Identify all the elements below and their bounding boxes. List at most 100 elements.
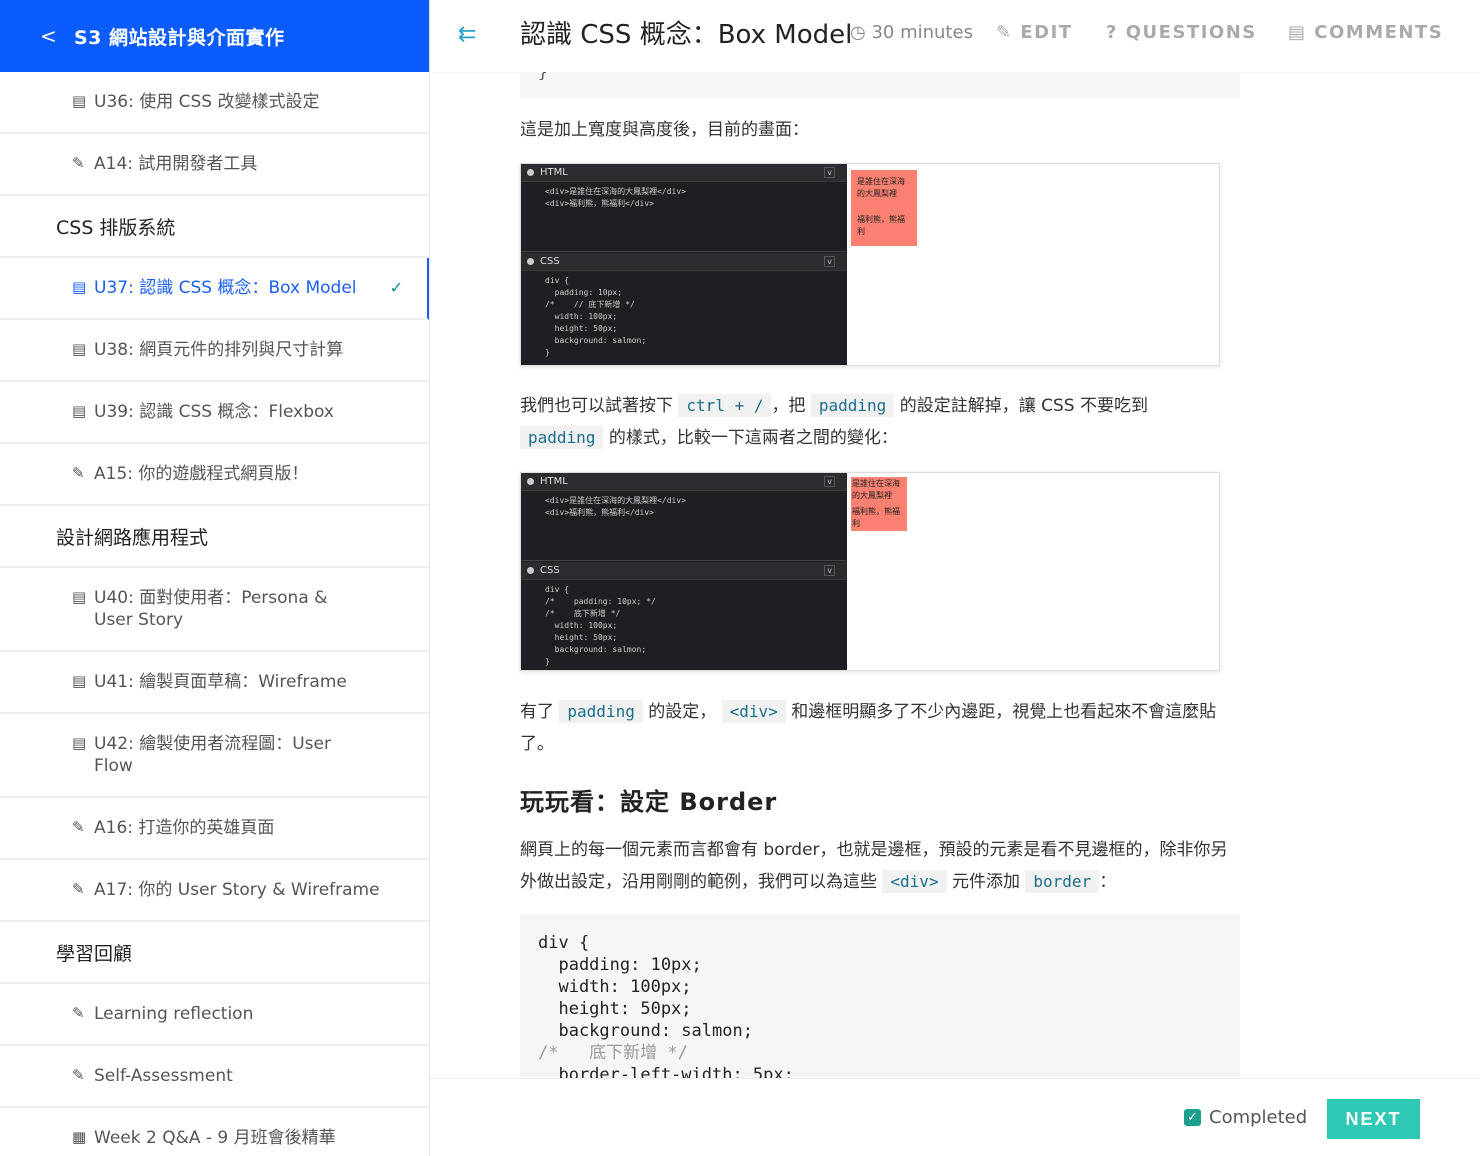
paragraph-4: 網頁上的每一個元素而言都會有 border，也就是邊框，預設的元素是看不見邊框的…	[520, 834, 1240, 898]
label-line-1: U38: 網頁元件的排列與尺寸計算	[94, 340, 344, 360]
document-icon: ▤	[72, 278, 87, 296]
sidebar-item[interactable]: ▤ U38: 網頁元件的排列與尺寸計算	[0, 320, 429, 382]
check-icon: ✓	[389, 278, 403, 297]
html-pane-header: HTML v	[521, 473, 847, 491]
checkbox-checked-icon[interactable]: ✓	[1184, 1109, 1201, 1126]
sidebar-section-heading: 設計網路應用程式	[0, 506, 429, 568]
label-line-1: Week 2 Q&A - 9 月班會後精華	[94, 1128, 336, 1148]
sidebar-header[interactable]: < S3 網站設計與介面實作	[0, 0, 429, 72]
sidebar-item-label: A14: 試用開發者工具	[94, 153, 257, 175]
questions-label: QUESTIONS	[1125, 22, 1257, 43]
box-text-2: 的大鳳梨裡	[857, 189, 897, 198]
sidebar-item-label: Self-Assessment	[94, 1065, 233, 1087]
bottom-bar: ✓ Completed NEXT	[430, 1078, 1480, 1156]
code-block-tail: }	[520, 72, 1240, 98]
code-line: div {	[538, 933, 590, 953]
sidebar-item[interactable]: ✎ A16: 打造你的英雄頁面	[0, 798, 429, 860]
collapse-sidebar-icon[interactable]: ⇇	[458, 22, 476, 47]
pencil-icon: ✎	[72, 1066, 85, 1084]
chevron-down-icon: v	[824, 256, 835, 267]
sidebar-item[interactable]: ✎ A15: 你的遊戲程式網頁版！	[0, 444, 429, 506]
code-line: padding: 10px;	[538, 955, 702, 975]
html-label: HTML	[540, 167, 568, 178]
html-line-1: <div>是誰住在深海的大鳳梨裡</div>	[545, 496, 686, 505]
sidebar-item[interactable]: ✎ A14: 試用開發者工具	[0, 134, 429, 196]
html-pane: HTML v <div>是誰住在深海的大鳳梨裡</div> <div>福利熊，熊福…	[521, 164, 847, 252]
completed-checkbox[interactable]: ✓ Completed	[1184, 1107, 1307, 1128]
sidebar-item[interactable]: ▤ U36: 使用 CSS 改變樣式設定	[0, 72, 429, 134]
edit-label: EDIT	[1020, 22, 1073, 43]
html-line-2: <div>福利熊，熊福利</div>	[545, 199, 654, 208]
box-text-2: 的大鳳梨裡	[852, 491, 892, 500]
salmon-box-padded: 是誰住在深海 的大鳳梨裡 福利熊，熊福 利	[851, 170, 917, 246]
label-line-1: U40: 面對使用者：Persona &	[94, 588, 328, 608]
editor-panels: HTML v <div>是誰住在深海的大鳳梨裡</div> <div>福利熊，熊福…	[521, 164, 847, 365]
chevron-down-icon: v	[824, 565, 835, 576]
paragraph-2: 我們也可以試著按下 ctrl + / ，把 padding 的設定註解掉，讓 CS…	[520, 390, 1240, 454]
pencil-icon: ✎	[72, 1004, 85, 1022]
code-div: <div>	[882, 870, 947, 893]
p2-text-a: 我們也可以試著按下	[520, 396, 673, 416]
document-icon: ▤	[72, 92, 87, 110]
sidebar-item[interactable]: ✎ Self-Assessment	[0, 1046, 429, 1108]
code-padding: padding	[520, 426, 604, 449]
sidebar-item-label: A15: 你的遊戲程式網頁版！	[94, 463, 308, 485]
questions-button[interactable]: ? QUESTIONS	[1106, 22, 1257, 43]
p4-text-c: ：	[1099, 872, 1117, 892]
css-code-line: width: 100px;	[545, 312, 618, 321]
p2-text-b: ，把	[771, 396, 806, 416]
sidebar-item-label: A17: 你的 User Story & Wireframe	[94, 879, 380, 901]
css-code-line: height: 50px;	[545, 324, 618, 333]
gear-icon	[527, 258, 534, 265]
css-code-line: padding: 10px;	[545, 288, 623, 297]
css-label: CSS	[540, 565, 560, 576]
html-line-1: <div>是誰住在深海的大鳳梨裡</div>	[545, 187, 686, 196]
label-line-1: Learning reflection	[94, 1004, 254, 1024]
chevron-down-icon: v	[824, 476, 835, 487]
edit-button[interactable]: ✎ EDIT	[996, 22, 1073, 43]
html-line-2: <div>福利熊，熊福利</div>	[545, 508, 654, 517]
code-padding: padding	[559, 700, 643, 723]
section-label: CSS 排版系統	[56, 216, 176, 239]
salmon-box-unpadded: 是誰住在深海 的大鳳梨裡 福利熊，熊福 利	[851, 477, 907, 531]
sidebar-item-label: Week 2 Q&A - 9 月班會後精華	[94, 1127, 336, 1149]
sidebar-item[interactable]: ▤ U40: 面對使用者：Persona & User Story	[0, 568, 429, 652]
paragraph-1: 這是加上寬度與高度後，目前的畫面：	[520, 120, 809, 140]
sidebar-item[interactable]: ✎ Learning reflection	[0, 984, 429, 1046]
sidebar-item[interactable]: ▦ Week 2 Q&A - 9 月班會後精華	[0, 1108, 429, 1156]
p2-text-d: 的樣式，比較一下這兩者之間的變化：	[608, 428, 898, 448]
box-text-1: 是誰住在深海	[857, 177, 905, 186]
gear-icon	[527, 567, 534, 574]
p3-text-a: 有了	[520, 702, 554, 722]
label-line-1: A15: 你的遊戲程式網頁版！	[94, 464, 309, 484]
label-line-1: Self-Assessment	[94, 1066, 233, 1086]
code-border: border	[1025, 870, 1100, 893]
completed-label: Completed	[1209, 1107, 1308, 1128]
course-title: S3 網站設計與介面實作	[74, 26, 285, 49]
sidebar-item[interactable]: ▤ U39: 認識 CSS 概念：Flexbox	[0, 382, 429, 444]
box-text-3: 福利熊，熊福	[857, 215, 905, 224]
document-icon: ▤	[72, 672, 87, 690]
sidebar-item[interactable]: ▤ U42: 繪製使用者流程圖：User Flow	[0, 714, 429, 798]
page-title: 認識 CSS 概念：Box Model	[520, 20, 853, 50]
css-code-line: background: salmon;	[545, 645, 647, 654]
html-pane: HTML v <div>是誰住在深海的大鳳梨裡</div> <div>福利熊，熊福…	[521, 473, 847, 561]
label-line-1: A14: 試用開發者工具	[94, 154, 258, 174]
chevron-left-icon[interactable]: <	[40, 24, 74, 48]
sidebar-item[interactable]: ▤ U37: 認識 CSS 概念：Box Model ✓	[0, 258, 429, 320]
css-code-line: height: 50px;	[545, 633, 618, 642]
code-line: width: 100px;	[538, 977, 692, 997]
css-code-line: }	[545, 657, 550, 666]
sidebar-item[interactable]: ▤ U41: 繪製頁面草稿：Wireframe	[0, 652, 429, 714]
chevron-down-icon: v	[824, 167, 835, 178]
pencil-icon: ✎	[72, 880, 85, 898]
code-block: div { padding: 10px; width: 100px; heigh…	[520, 914, 1240, 1078]
pencil-icon: ✎	[72, 464, 85, 482]
label-line-1: A16: 打造你的英雄頁面	[94, 818, 275, 838]
sidebar-item-label: U36: 使用 CSS 改變樣式設定	[94, 91, 319, 113]
lesson-content[interactable]: } 這是加上寬度與高度後，目前的畫面： HTMLv <div>是誰住在深海的大鳳…	[430, 72, 1480, 1078]
next-button[interactable]: NEXT	[1327, 1099, 1420, 1139]
comments-button[interactable]: ▤ COMMENTS	[1288, 22, 1443, 43]
label-line-1: A17: 你的 User Story & Wireframe	[94, 880, 380, 900]
sidebar-item[interactable]: ✎ A17: 你的 User Story & Wireframe	[0, 860, 429, 922]
